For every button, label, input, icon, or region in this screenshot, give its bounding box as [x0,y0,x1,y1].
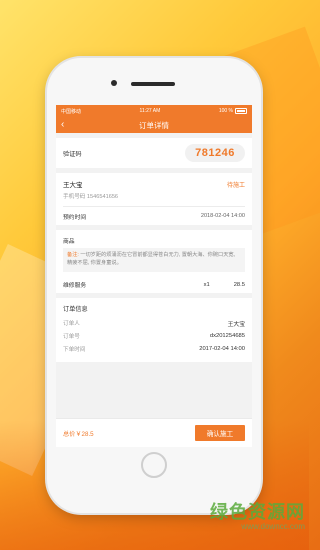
goods-label: 商品 [63,239,75,245]
order-info-row: 订单号 dx201254685 [63,330,245,343]
order-info-row: 订单人 王大宝 [63,317,245,330]
order-info-label: 订单人 [63,321,80,328]
watermark-main: 绿色资源网 [210,502,305,522]
carrier-text: 中国移动 [61,108,82,115]
order-info-row: 下单时间 2017-02-04 14:00 [63,343,245,356]
order-info-label: 订单号 [63,334,80,341]
status-time: 11:27 AM [139,108,161,114]
order-info-card: 订单信息 订单人 王大宝 订单号 dx201254685 下单时间 2017-0… [56,297,252,362]
order-status-badge: 待施工 [226,182,245,189]
note-text: 一切岁距的烦涌沥在它冒前都显得苍白无力, 置朝大海、你碗口天宽, 精疲不屈, 你… [67,252,236,266]
goods-card: 商品 备注: 一切岁距的烦涌沥在它冒前都显得苍白无力, 置朝大海、你碗口天宽, … [56,230,252,293]
appointment-time: 2018-02-04 14:00 [200,213,245,219]
order-info-value: 王大宝 [227,321,245,328]
customer-name: 王大宝 [63,182,83,189]
order-info-label: 下单时间 [63,347,86,354]
phone-frame: 中国移动 11:27 AM 100 % ‹ 订单详情 验证码 781246 王大… [47,58,261,513]
service-quantity: x1 [203,281,210,288]
order-info-title: 订单信息 [63,305,88,313]
note-box: 备注: 一切岁距的烦涌沥在它冒前都显得苍白无力, 置朝大海、你碗口天宽, 精疲不… [63,248,245,272]
total-price: 总价￥28.5 [63,430,94,438]
order-info-value: 2017-02-04 14:00 [199,346,245,353]
watermark: 绿色资源网 www.downcc.com [175,498,305,546]
confirm-construction-button[interactable]: 确认施工 [195,425,245,441]
battery-text: 100 % [218,108,233,114]
speaker-grille [131,82,175,86]
customer-phone: 手机号码 1546541656 [63,194,119,200]
back-arrow-icon[interactable]: ‹ [61,120,64,130]
service-name: 维修服务 [63,283,87,290]
page-title: 订单详情 [139,120,169,130]
nav-bar: ‹ 订单详情 [56,117,252,133]
order-info-value: dx201254685 [209,333,245,340]
customer-card: 王大宝 待施工 手机号码 1546541656 预约时间 2018-02-04 … [56,173,252,225]
appointment-label: 预约时间 [63,214,87,221]
verification-card: 验证码 781246 [56,138,252,168]
bottom-action-bar: 总价￥28.5 确认施工 [56,418,252,447]
app-screen: 中国移动 11:27 AM 100 % ‹ 订单详情 验证码 781246 王大… [56,105,252,447]
verification-label: 验证码 [63,150,82,158]
note-label: 备注: [67,252,79,258]
status-bar: 中国移动 11:27 AM 100 % [56,105,252,117]
service-price: 28.5 [233,281,245,288]
camera-icon [111,80,117,86]
status-right: 100 % [219,108,247,114]
verification-code: 781246 [185,144,245,162]
battery-icon [235,108,247,114]
home-button[interactable] [141,452,167,478]
